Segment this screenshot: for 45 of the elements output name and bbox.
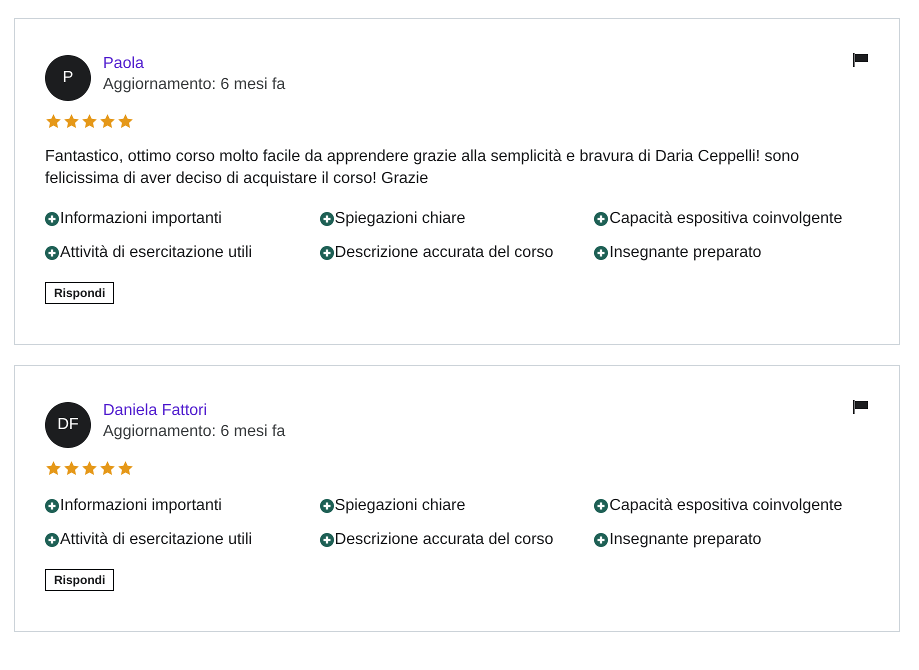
tag-label: Insegnante preparato bbox=[609, 531, 762, 549]
plus-circle-icon bbox=[594, 533, 608, 547]
tag-label: Spiegazioni chiare bbox=[334, 210, 466, 228]
plus-circle-icon bbox=[320, 533, 334, 547]
star-icon bbox=[99, 460, 116, 477]
plus-circle-icon bbox=[594, 246, 608, 260]
tag-label: Descrizione accurata del corso bbox=[334, 244, 554, 262]
tag-label: Descrizione accurata del corso bbox=[334, 531, 554, 549]
star-icon bbox=[81, 460, 98, 477]
tag-label: Attività di esercitazione utili bbox=[60, 244, 252, 262]
reviewer-name[interactable]: Paola bbox=[103, 55, 286, 73]
review-text: Fantastico, ottimo corso molto facile da apprendere grazie alla semplicità e bravura di Daria Ceppelli! sono felicissima di aver deciso di acquistare il corso! Grazie bbox=[45, 147, 800, 189]
star-icon bbox=[117, 113, 134, 130]
plus-circle-icon bbox=[594, 499, 608, 513]
star-icon bbox=[63, 113, 80, 130]
tag-label: Informazioni importanti bbox=[60, 210, 222, 228]
plus-circle-icon bbox=[320, 212, 334, 226]
flag-icon[interactable] bbox=[853, 400, 869, 414]
plus-circle-icon bbox=[320, 499, 334, 513]
star-icon bbox=[81, 113, 98, 130]
star-icon bbox=[117, 460, 134, 477]
star-icon bbox=[45, 460, 62, 477]
plus-circle-icon bbox=[45, 212, 59, 226]
plus-circle-icon bbox=[45, 533, 59, 547]
update-time: Aggiornamento: 6 mesi fa bbox=[103, 423, 286, 441]
tag-label: Informazioni importanti bbox=[60, 497, 222, 515]
reviewer-name[interactable]: Daniela Fattori bbox=[103, 402, 286, 420]
tag-label: Attività di esercitazione utili bbox=[60, 531, 252, 549]
star-icon bbox=[99, 113, 116, 130]
flag-icon[interactable] bbox=[853, 53, 869, 67]
tag-label: Capacità espositiva coinvolgente bbox=[609, 497, 842, 515]
plus-circle-icon bbox=[45, 499, 59, 513]
plus-circle-icon bbox=[594, 212, 608, 226]
star-icon bbox=[63, 460, 80, 477]
plus-circle-icon bbox=[45, 246, 59, 260]
reply-button[interactable]: Rispondi bbox=[45, 569, 114, 591]
avatar: DF bbox=[45, 402, 91, 448]
tag-label: Spiegazioni chiare bbox=[334, 497, 466, 515]
star-icon bbox=[45, 113, 62, 130]
plus-circle-icon bbox=[320, 246, 334, 260]
update-time: Aggiornamento: 6 mesi fa bbox=[103, 76, 286, 94]
tag-label: Insegnante preparato bbox=[609, 244, 762, 262]
avatar: P bbox=[45, 55, 91, 101]
reply-button[interactable]: Rispondi bbox=[45, 282, 114, 304]
tag-label: Capacità espositiva coinvolgente bbox=[609, 210, 842, 228]
